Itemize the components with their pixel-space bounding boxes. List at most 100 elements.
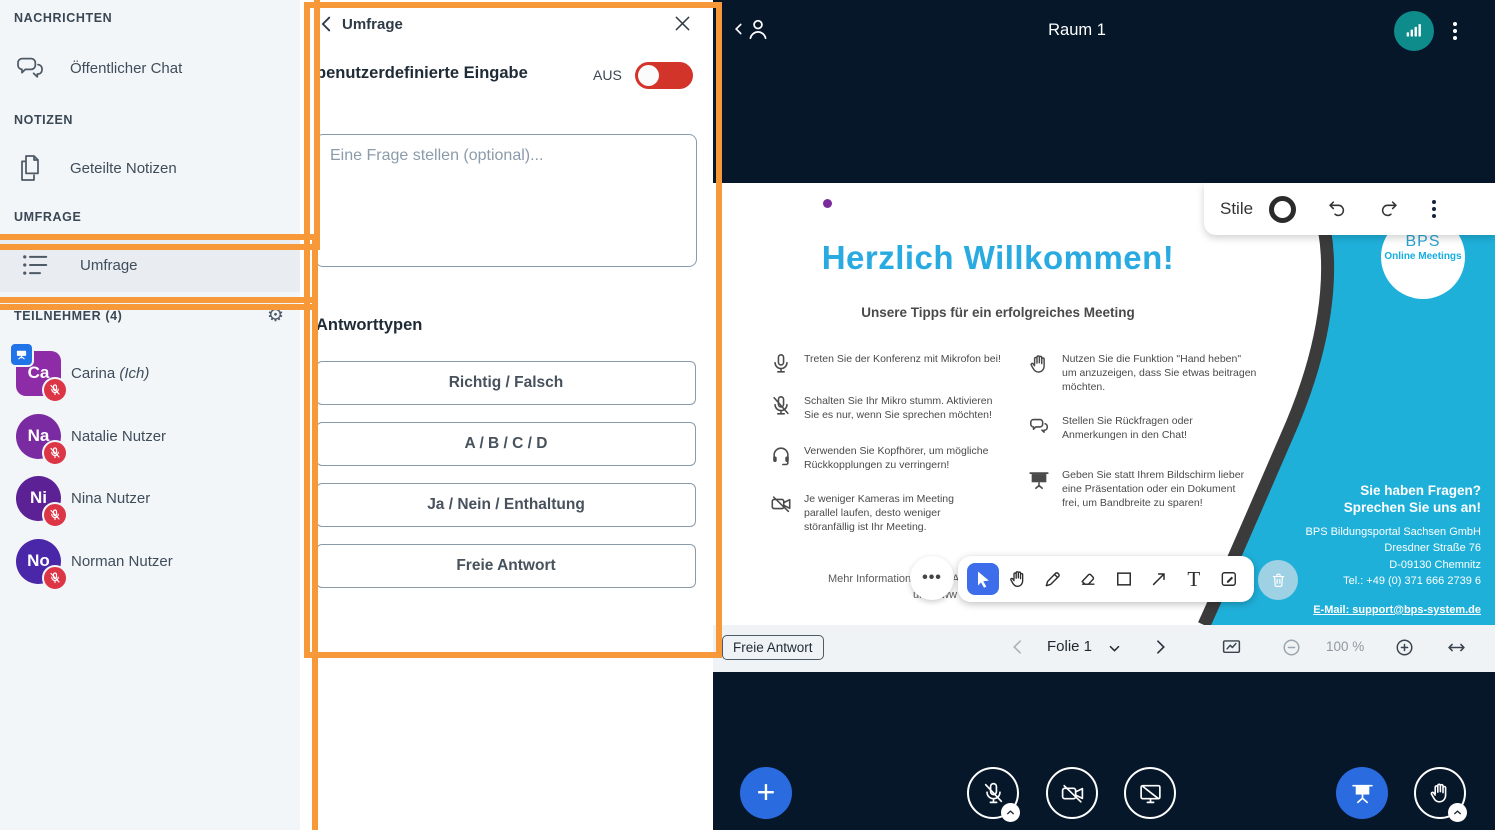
bps-logo: BPS Online Meetings: [1375, 233, 1471, 262]
tip-text: Geben Sie statt Ihrem Bildschirm lieber …: [1062, 469, 1244, 511]
custom-input-toggle[interactable]: [635, 62, 693, 89]
sidebar-item-label: Öffentlicher Chat: [70, 60, 182, 77]
slide-title: Herzlich Willkommen!: [773, 239, 1223, 277]
headset-icon: [770, 445, 794, 473]
avatar: Ca: [16, 351, 61, 396]
tip-text: Verwenden Sie Kopfhörer, um mögliche Rüc…: [804, 445, 988, 473]
muted-mic-badge-icon: [42, 440, 68, 466]
sidebar-item-label: Geteilte Notizen: [70, 160, 177, 177]
hand-icon: [1428, 781, 1452, 805]
arrow-tool[interactable]: [1143, 563, 1175, 595]
avatar-initials: Ni: [30, 488, 47, 508]
zoom-out-button[interactable]: [1281, 637, 1302, 658]
toggle-state-label: AUS: [593, 67, 622, 83]
text-tool[interactable]: T: [1178, 563, 1210, 595]
poll-panel-title: Umfrage: [342, 16, 403, 33]
bbb-meeting-window: NACHRICHTEN Öffentlicher Chat NOTIZEN Ge…: [0, 0, 1495, 830]
sidebar-item-shared-notes[interactable]: Geteilte Notizen: [0, 147, 300, 189]
answer-type-true-false-button[interactable]: Richtig / Falsch: [316, 361, 696, 405]
previous-slide-button[interactable]: [1008, 637, 1028, 657]
participant-row[interactable]: No Norman Nutzer: [0, 533, 300, 589]
presentation-screen-icon: [1028, 469, 1052, 511]
notes-icon: [14, 152, 50, 184]
participant-name: Nina Nutzer: [71, 490, 150, 507]
note-tool[interactable]: [1213, 563, 1245, 595]
whiteboard-slide-area[interactable]: BPS Online Meetings Herzlich Willkommen!…: [713, 183, 1495, 625]
raise-hand-icon: [1028, 353, 1052, 395]
undo-button[interactable]: [1326, 198, 1348, 220]
screenshare-off-icon: [1138, 781, 1163, 806]
section-label-messages: NACHRICHTEN: [14, 11, 112, 25]
reactions-chevron[interactable]: [1448, 803, 1467, 822]
style-toolbar: Stile: [1204, 183, 1495, 235]
contact-email: E-Mail: support@bps-system.de: [1313, 604, 1481, 616]
connection-status-button[interactable]: [1394, 11, 1434, 51]
microphone-icon: [770, 353, 794, 375]
restore-presentation-button[interactable]: [1336, 767, 1388, 819]
select-tool[interactable]: [967, 563, 999, 595]
sidebar-item-public-chat[interactable]: Öffentlicher Chat: [0, 47, 300, 89]
tip-text: Treten Sie der Konferenz mit Mikrofon be…: [804, 353, 1001, 375]
signal-bars-icon: [1403, 20, 1425, 42]
options-kebab-icon[interactable]: [1453, 22, 1457, 40]
poll-question-input[interactable]: [315, 134, 697, 267]
participant-row[interactable]: Na Natalie Nutzer: [0, 408, 300, 464]
minimize-presentation-button[interactable]: [1221, 637, 1242, 658]
zoom-in-button[interactable]: [1394, 637, 1415, 658]
tip-item: Verwenden Sie Kopfhörer, um mögliche Rüc…: [770, 445, 988, 473]
pencil-tool[interactable]: [1037, 563, 1069, 595]
tip-text: Stellen Sie Rückfragen oder Anmerkungen …: [1062, 415, 1193, 443]
sidebar-nav: NACHRICHTEN Öffentlicher Chat NOTIZEN Ge…: [0, 0, 300, 830]
style-kebab-icon[interactable]: [1432, 200, 1436, 218]
share-webcam-button[interactable]: [1046, 767, 1098, 819]
participants-settings-gear-icon[interactable]: ⚙: [267, 304, 284, 327]
toolbar-overflow-button[interactable]: •••: [910, 556, 954, 600]
participant-name: Carina (Ich): [71, 365, 149, 382]
muted-mic-badge-icon: [42, 377, 68, 403]
chat-bubbles-icon: [1028, 415, 1052, 443]
rectangle-tool[interactable]: [1108, 563, 1140, 595]
tip-item: Je weniger Kameras im Meeting parallel l…: [770, 493, 954, 535]
tip-item: Schalten Sie Ihr Mikro stumm. Aktivieren…: [770, 395, 992, 423]
microphone-options-chevron[interactable]: [1001, 803, 1020, 822]
quick-poll-button[interactable]: Freie Antwort: [722, 635, 824, 660]
sidebar-item-label: Umfrage: [80, 257, 138, 274]
microphone-muted-icon: [981, 781, 1006, 806]
muted-mic-badge-icon: [42, 565, 68, 591]
slide-footer-text: Mehr Information: [828, 573, 911, 585]
slide-number-dropdown[interactable]: Folie 1: [1047, 638, 1092, 655]
delete-annotations-button[interactable]: [1258, 560, 1298, 600]
sidebar-item-poll[interactable]: Umfrage: [0, 238, 300, 292]
participant-row[interactable]: Ca Carina (Ich): [0, 345, 300, 401]
section-label-notes: NOTIZEN: [14, 113, 73, 127]
answer-type-yes-no-button[interactable]: Ja / Nein / Enthaltung: [316, 483, 696, 527]
tip-text: Schalten Sie Ihr Mikro stumm. Aktivieren…: [804, 395, 992, 423]
action-bar: +: [713, 672, 1495, 830]
actions-plus-button[interactable]: +: [740, 767, 792, 819]
participants-header: TEILNEHMER (4): [14, 309, 122, 323]
slide-subtitle: Unsere Tipps für ein erfolgreiches Meeti…: [773, 305, 1223, 320]
redo-button[interactable]: [1378, 198, 1400, 220]
eraser-tool[interactable]: [1072, 563, 1104, 595]
chat-icon: [14, 52, 50, 84]
participant-row[interactable]: Ni Nina Nutzer: [0, 470, 300, 526]
answer-type-free-text-button[interactable]: Freie Antwort: [316, 544, 696, 588]
close-icon[interactable]: [672, 13, 693, 34]
camera-off-icon: [770, 493, 794, 535]
presentation-board-icon: [1350, 781, 1375, 806]
contact-block: Sie haben Fragen?Sprechen Sie uns an! BP…: [1281, 483, 1481, 618]
share-screen-button[interactable]: [1124, 767, 1176, 819]
back-chevron-icon[interactable]: [316, 13, 338, 35]
color-style-button[interactable]: [1269, 196, 1296, 223]
hand-tool[interactable]: [1002, 563, 1034, 595]
custom-input-label: benutzerdefinierte Eingabe: [316, 64, 528, 83]
fit-width-button[interactable]: [1446, 637, 1467, 658]
avatar: No: [16, 539, 61, 584]
top-navbar: Raum 1: [713, 0, 1495, 62]
chevron-down-icon[interactable]: [1107, 641, 1122, 656]
next-slide-button[interactable]: [1150, 637, 1170, 657]
participant-name: Natalie Nutzer: [71, 428, 166, 445]
answer-type-abcd-button[interactable]: A / B / C / D: [316, 422, 696, 466]
presentation-bottom-bar: Freie Antwort Folie 1 100 %: [713, 625, 1495, 672]
section-label-poll: UMFRAGE: [14, 210, 81, 224]
